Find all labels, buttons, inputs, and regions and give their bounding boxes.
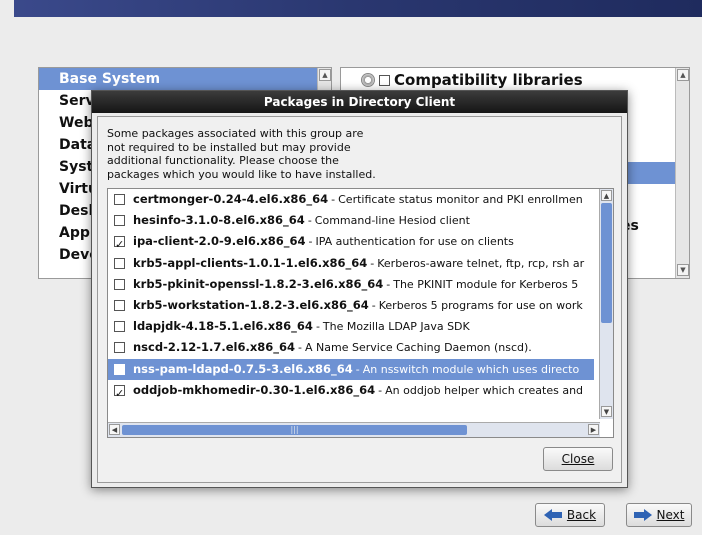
- scroll-right-icon[interactable]: ▶: [588, 424, 599, 435]
- next-button[interactable]: Next: [626, 503, 692, 527]
- close-button-label: Close: [561, 452, 595, 466]
- package-row[interactable]: ldapjdk-4.18-5.1.el6.x86_64- The Mozilla …: [108, 316, 594, 337]
- back-button[interactable]: Back: [535, 503, 605, 527]
- dialog-title: Packages in Directory Client: [92, 91, 627, 113]
- scroll-down-icon[interactable]: ▼: [601, 406, 612, 417]
- package-row[interactable]: ipa-client-2.0-9.el6.x86_64-IPA authenti…: [108, 231, 594, 253]
- package-checkbox[interactable]: [114, 257, 125, 269]
- package-desc: IPA authentication for use on clients: [315, 235, 514, 249]
- package-list-hscrollbar[interactable]: ◀ ||| ▶: [108, 422, 600, 437]
- package-row[interactable]: hesinfo-3.1.0-8.el6.x86_64- Command-line …: [108, 210, 594, 231]
- dialog-body: Some packages associated with this group…: [97, 116, 622, 483]
- gear-icon: [361, 73, 375, 87]
- top-banner: [0, 0, 702, 17]
- scroll-up-icon[interactable]: ▲: [677, 69, 689, 81]
- package-row[interactable]: krb5-pkinit-openssl-1.8.2-3.el6.x86_64- T…: [108, 274, 594, 295]
- package-row[interactable]: nscd-2.12-1.7.el6.x86_64- A Name Service …: [108, 337, 594, 358]
- scroll-up-icon[interactable]: ▲: [319, 69, 331, 81]
- back-button-label: Back: [566, 508, 597, 522]
- package-name: ipa-client-2.0-9.el6.x86_64: [133, 234, 306, 249]
- close-button[interactable]: Close: [543, 447, 613, 471]
- package-checkbox[interactable]: [114, 321, 125, 333]
- package-name: hesinfo-3.1.0-8.el6.x86_64: [133, 213, 305, 228]
- scroll-down-icon[interactable]: ▼: [677, 264, 689, 276]
- package-checkbox[interactable]: [114, 194, 125, 206]
- package-desc: An oddjob helper which creates and: [385, 383, 584, 397]
- arrow-left-icon: [543, 509, 562, 521]
- vscroll-thumb[interactable]: [601, 203, 612, 323]
- package-list[interactable]: certmonger-0.24-4.el6.x86_64- Certificate…: [107, 188, 614, 438]
- package-name: nss-pam-ldapd-0.7.5-3.el6.x86_64: [133, 361, 353, 376]
- package-row[interactable]: krb5-appl-clients-1.0.1-1.el6.x86_64- Ker…: [108, 253, 594, 274]
- package-checkbox[interactable]: [114, 300, 125, 312]
- intro-line: Some packages associated with this group…: [107, 127, 364, 140]
- package-desc: Kerberos 5 programs for use on work: [378, 299, 583, 313]
- package-name: certmonger-0.24-4.el6.x86_64: [133, 192, 329, 207]
- package-desc: Kerberos-aware telnet, ftp, rcp, rsh ar: [377, 256, 585, 270]
- package-row-selected[interactable]: nss-pam-ldapd-0.7.5-3.el6.x86_64-An nssw…: [108, 358, 594, 380]
- hscroll-thumb[interactable]: |||: [122, 425, 467, 435]
- package-desc: An nsswitch module which uses directo: [362, 362, 580, 376]
- package-checkbox[interactable]: [114, 234, 125, 253]
- package-row[interactable]: certmonger-0.24-4.el6.x86_64- Certificate…: [108, 189, 594, 210]
- package-name: krb5-workstation-1.8.2-3.el6.x86_64: [133, 298, 369, 313]
- intro-line: not required to be installed but may pro…: [107, 140, 351, 154]
- intro-line: additional functionality. Please choose …: [107, 154, 339, 167]
- package-checkbox[interactable]: [114, 215, 125, 227]
- package-name: ldapjdk-4.18-5.1.el6.x86_64: [133, 319, 313, 334]
- package-name: oddjob-mkhomedir-0.30-1.el6.x86_64: [133, 382, 376, 397]
- package-list-vscrollbar[interactable]: ▲ ▼: [599, 189, 613, 419]
- intro-line: packages which you would like to have in…: [107, 167, 376, 181]
- packages-dialog: Packages in Directory Client Some packag…: [91, 90, 628, 488]
- scroll-left-icon[interactable]: ◀: [109, 424, 120, 435]
- dialog-intro-text: Some packages associated with this group…: [107, 127, 407, 181]
- package-name: nscd-2.12-1.7.el6.x86_64: [133, 340, 296, 355]
- subgroup-list-scrollbar[interactable]: ▲ ▼: [675, 68, 689, 278]
- package-desc: The Mozilla LDAP Java SDK: [322, 320, 470, 334]
- package-desc: Certificate status monitor and PKI enrol…: [338, 193, 583, 207]
- package-row[interactable]: krb5-workstation-1.8.2-3.el6.x86_64- Kerb…: [108, 295, 594, 316]
- package-row[interactable]: oddjob-mkhomedir-0.30-1.el6.x86_64-An od…: [108, 380, 594, 401]
- scroll-up-icon[interactable]: ▲: [601, 190, 612, 201]
- package-checkbox[interactable]: [114, 383, 125, 401]
- arrow-right-icon: [633, 509, 652, 521]
- package-desc: A Name Service Caching Daemon (nscd).: [305, 341, 532, 355]
- package-desc: Command-line Hesiod client: [314, 214, 470, 228]
- package-checkbox[interactable]: [114, 342, 125, 354]
- subgroup-item-compat[interactable]: Compatibility libraries: [361, 71, 583, 89]
- group-item-base-system[interactable]: Base System: [39, 68, 331, 90]
- package-desc: The PKINIT module for Kerberos 5: [393, 277, 579, 291]
- package-name: krb5-appl-clients-1.0.1-1.el6.x86_64: [133, 255, 368, 270]
- next-button-label: Next: [656, 508, 685, 522]
- package-checkbox[interactable]: [114, 362, 125, 380]
- subgroup-checkbox[interactable]: [379, 74, 390, 86]
- package-checkbox[interactable]: [114, 278, 125, 290]
- package-name: krb5-pkinit-openssl-1.8.2-3.el6.x86_64: [133, 276, 384, 291]
- subgroup-label: Compatibility libraries: [394, 71, 583, 89]
